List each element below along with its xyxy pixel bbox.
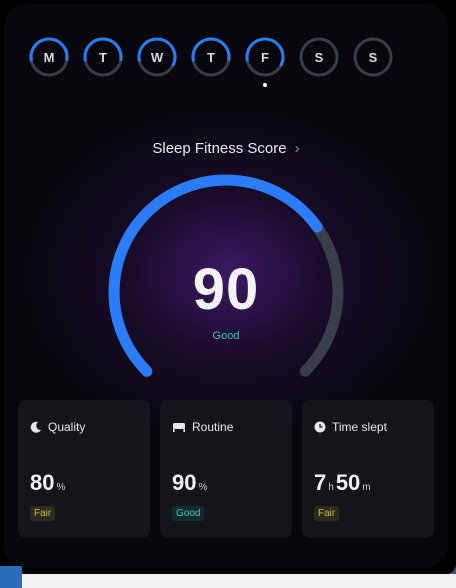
status-badge: Fair	[314, 506, 340, 521]
card-title: Time slept	[332, 420, 387, 434]
card-value: 80%	[30, 470, 67, 496]
score-value: 90	[192, 257, 260, 322]
page-title: Sleep Fitness Score	[152, 140, 287, 157]
background-strip	[0, 574, 456, 588]
value-unit: %	[56, 482, 66, 493]
status-badge: Good	[172, 506, 205, 521]
minutes-unit: m	[362, 482, 371, 493]
hours-number: 7	[314, 470, 327, 495]
day-saturday[interactable]: S	[298, 36, 340, 78]
value-number: 90	[172, 470, 197, 495]
background-corner	[0, 566, 22, 588]
sleep-screen: M T W T F S S Sleep Fitness Score › 90 G…	[4, 4, 448, 568]
metric-cards: Quality 80% Fair Routine 90% Good Time s…	[18, 400, 434, 538]
selected-day-indicator	[263, 83, 267, 87]
card-header: Routine	[172, 420, 233, 434]
status-badge: Fair	[30, 506, 56, 521]
day-wednesday[interactable]: W	[136, 36, 178, 78]
sleep-score-link[interactable]: Sleep Fitness Score ›	[4, 140, 448, 157]
day-friday[interactable]: F	[244, 36, 286, 87]
bed-icon	[173, 423, 185, 432]
card-title: Quality	[48, 420, 86, 434]
quality-card[interactable]: Quality 80% Fair	[18, 400, 150, 538]
day-letter: T	[207, 49, 215, 65]
day-letter: M	[43, 49, 55, 65]
day-letter: S	[314, 49, 324, 65]
device-frame: M T W T F S S Sleep Fitness Score › 90 G…	[0, 0, 456, 574]
value-number: 80	[30, 470, 55, 495]
card-value: 7 h50 m	[314, 470, 373, 496]
score-rating: Good	[212, 330, 240, 342]
day-tuesday[interactable]: T	[82, 36, 124, 78]
day-monday[interactable]: M	[28, 36, 70, 78]
routine-card[interactable]: Routine 90% Good	[160, 400, 292, 538]
day-thursday[interactable]: T	[190, 36, 232, 78]
card-header: Time slept	[314, 420, 387, 434]
card-header: Quality	[30, 420, 85, 434]
week-day-selector: M T W T F S S	[28, 36, 394, 87]
day-letter: T	[99, 49, 107, 65]
day-sunday[interactable]: S	[352, 36, 394, 78]
time-slept-card[interactable]: Time slept 7 h50 m Fair	[302, 400, 434, 538]
hours-unit: h	[328, 482, 334, 493]
day-letter: F	[261, 49, 269, 65]
chevron-right-icon: ›	[294, 140, 300, 157]
day-letter: W	[150, 49, 164, 65]
moon-icon	[30, 421, 41, 433]
day-letter: S	[368, 49, 378, 65]
card-title: Routine	[192, 420, 234, 434]
clock-icon	[314, 421, 326, 433]
minutes-number: 50	[335, 470, 361, 495]
value-unit: %	[198, 482, 208, 493]
card-value: 90%	[172, 470, 209, 496]
